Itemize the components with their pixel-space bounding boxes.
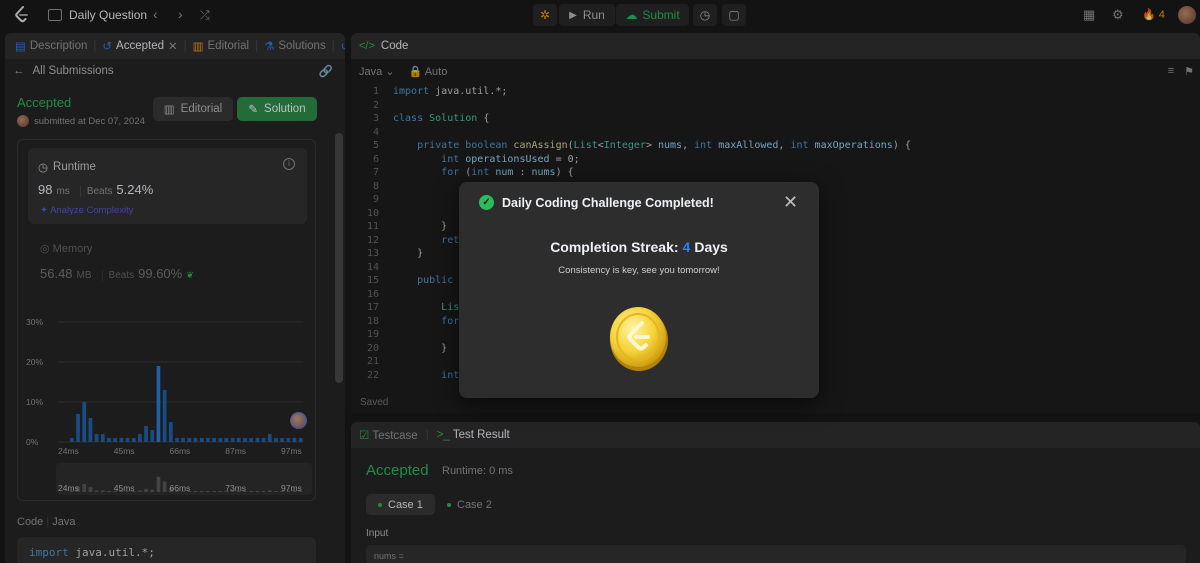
close-icon[interactable]: ✕ xyxy=(783,192,798,213)
modal-title: ✓ Daily Coding Challenge Completed! xyxy=(479,195,714,210)
motto-text: Consistency is key, see you tomorrow! xyxy=(558,265,720,276)
check-circle-icon: ✓ xyxy=(479,195,494,210)
challenge-complete-modal: ✓ Daily Coding Challenge Completed! ✕ Co… xyxy=(459,182,819,398)
gold-coin-icon xyxy=(610,307,668,371)
completion-streak: Completion Streak: 4 Days xyxy=(550,239,728,255)
